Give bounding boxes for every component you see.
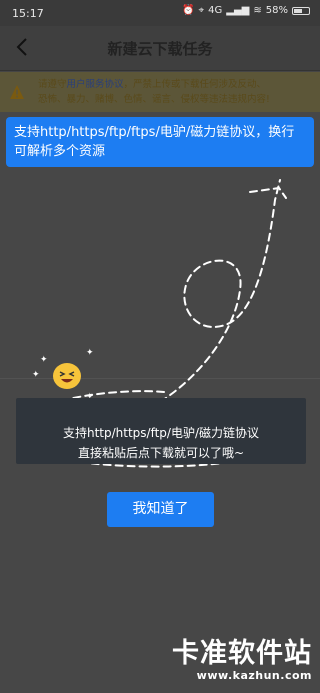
url-tip-box[interactable]: 支持http/https/ftp/ftps/电驴/磁力链协议，换行可解析多个资源 xyxy=(6,117,314,167)
signal-icon: ▂▄▆ xyxy=(226,5,250,16)
notice-line1-rest: ，严禁上传或下载任何涉及反动、 xyxy=(123,79,267,90)
notice-banner: 请遵守用户服务协议，严禁上传或下载任何涉及反动、 恐怖、暴力、赌博、色情、谣言、… xyxy=(0,72,320,112)
battery-icon xyxy=(292,6,310,15)
sparkle-icon: ✦ xyxy=(40,355,48,365)
guide-line1: 支持http/https/ftp/电驴/磁力链协议 xyxy=(62,426,260,440)
page-title: 新建云下载任务 xyxy=(107,40,213,58)
notice-line2: 恐怖、暴力、赌博、色情、谣言、侵权等违法违规内容! xyxy=(38,94,270,105)
notice-text: 请遵守用户服务协议，严禁上传或下载任何涉及反动、 恐怖、暴力、赌博、色情、谣言、… xyxy=(38,77,316,107)
sparkle-icon: ✦ xyxy=(86,348,94,358)
watermark: 卡准软件站 www.kazhun.com xyxy=(172,638,312,682)
battery-text: 58% xyxy=(265,5,288,16)
sparkle-icon: ✦ xyxy=(32,370,40,380)
guide-line2: 直接粘贴后点下载就可以了哦~ xyxy=(77,446,245,460)
network-label: 4G xyxy=(208,5,223,16)
warning-icon xyxy=(10,85,24,99)
status-bar: 15:17 ⏰ ⌖ 4G ▂▄▆ ≋ 58% xyxy=(0,0,320,26)
status-icons: ⏰ ⌖ 4G ▂▄▆ ≋ 58% xyxy=(182,5,310,16)
alarm-icon: ⏰ xyxy=(182,5,195,16)
wifi-icon: ≋ xyxy=(253,5,262,16)
got-it-button[interactable]: 我知道了 xyxy=(107,492,214,527)
laughing-emoji-icon xyxy=(53,363,81,389)
divider xyxy=(0,378,320,379)
nav-bar: 新建云下载任务 xyxy=(0,26,320,71)
battery-level xyxy=(294,8,303,13)
watermark-name: 卡准软件站 xyxy=(172,638,312,669)
notice-prefix: 请遵守 xyxy=(38,79,67,90)
watermark-url: www.kazhun.com xyxy=(196,669,312,682)
status-time: 15:17 xyxy=(12,7,44,20)
location-icon: ⌖ xyxy=(198,5,205,16)
user-agreement-link[interactable]: 用户服务协议 xyxy=(67,79,124,90)
